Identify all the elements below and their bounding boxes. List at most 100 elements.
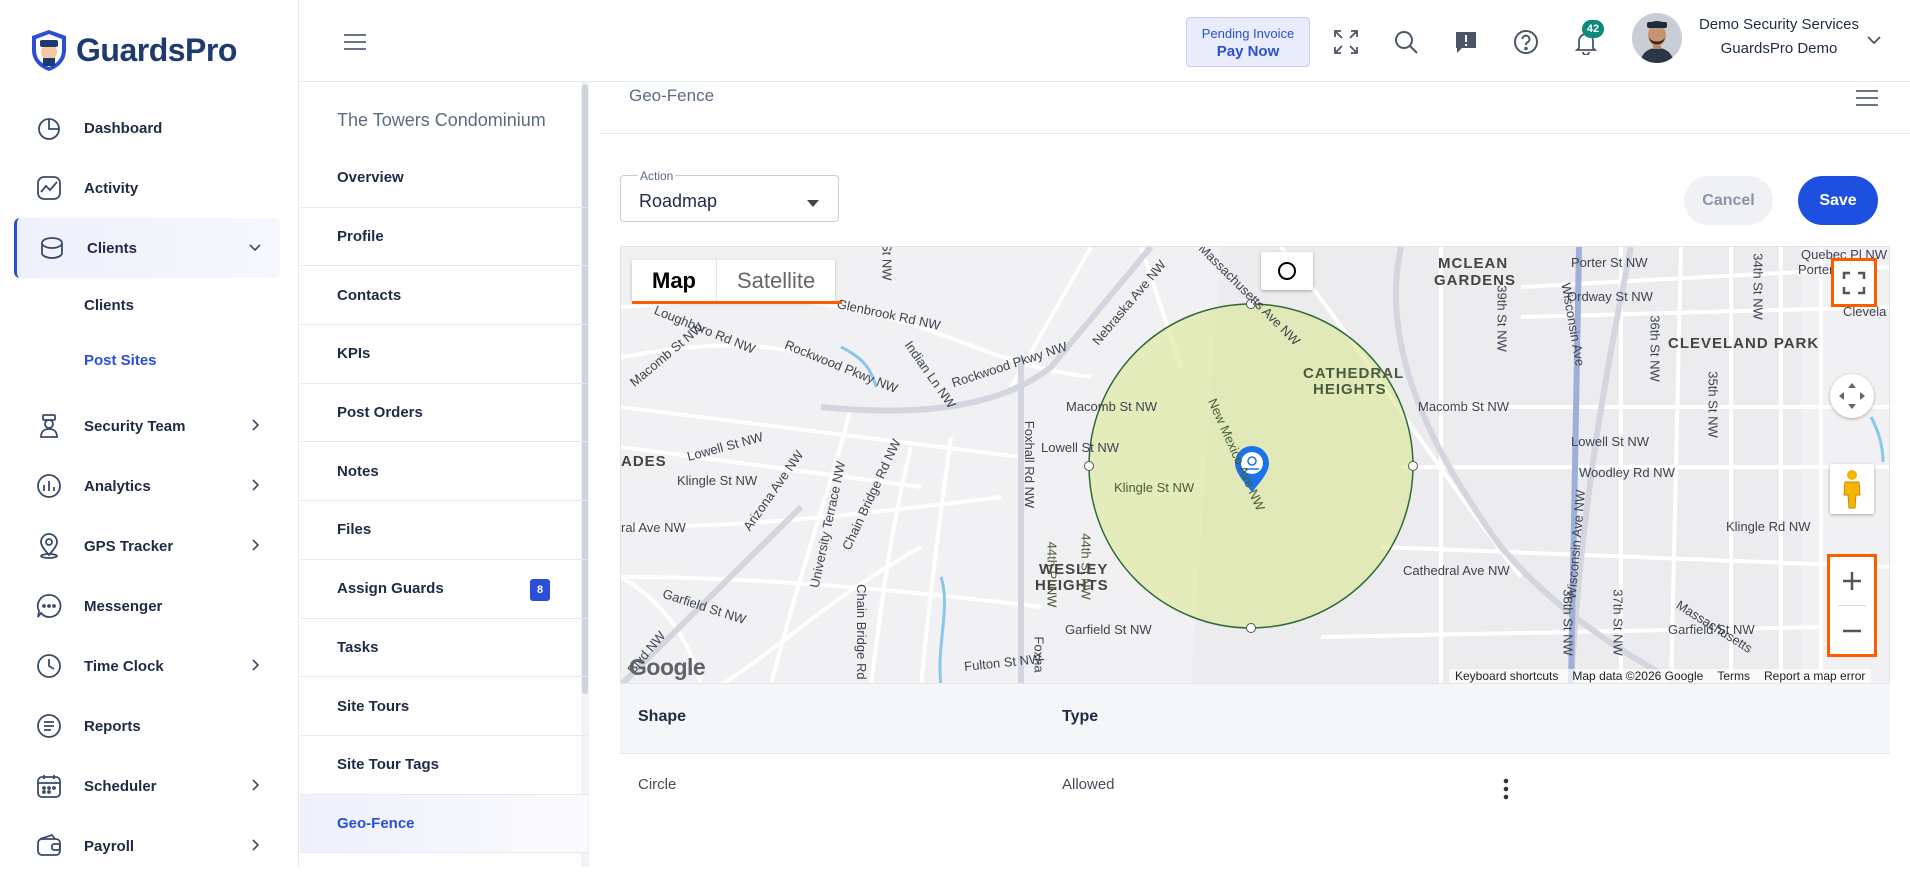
zoom-in-button[interactable] [1830, 557, 1874, 605]
site-menu-profile[interactable]: Profile [300, 208, 588, 267]
sidebar-item-dashboard[interactable]: Dashboard [14, 98, 280, 158]
sidebar-item-label: GPS Tracker [84, 537, 174, 555]
search-icon[interactable] [1392, 28, 1420, 56]
chevron-right-icon [248, 418, 262, 437]
move-arrows-icon [1839, 383, 1865, 409]
map-label: Ordway St NW [1567, 289, 1653, 304]
chevron-right-icon [248, 778, 262, 797]
map-label: Chain Bridge Rd NW [853, 584, 869, 684]
map-label: Foxhall Rd NW [1022, 420, 1038, 509]
sidebar-item-payroll[interactable]: Payroll [14, 816, 280, 876]
payroll-icon [34, 831, 64, 861]
map-label: Macomb St NW [1066, 399, 1158, 414]
map-label: 37th St NW [1610, 589, 1626, 656]
pending-invoice-button[interactable]: Pending Invoice Pay Now [1186, 17, 1310, 67]
calendar-icon [34, 771, 64, 801]
zoom-out-button[interactable] [1830, 607, 1874, 655]
column-header-shape: Shape [638, 708, 687, 725]
map-label: Klingle St NW [1114, 480, 1195, 495]
plus-icon [1843, 572, 1861, 590]
site-menu-notes[interactable]: Notes [300, 442, 588, 502]
row-shape: Circle [638, 776, 677, 793]
main-content: Geo-Fence Action Roadmap Cancel Save MCL… [600, 82, 1910, 867]
site-menu-overview[interactable]: Overview [300, 149, 588, 208]
chevron-right-icon [248, 538, 262, 557]
gps-icon [34, 531, 64, 561]
site-menu-tasks[interactable]: Tasks [300, 619, 588, 678]
action-select-label: Action [638, 169, 676, 183]
site-menu-contacts[interactable]: Contacts [300, 266, 588, 326]
map-type-map[interactable]: Map [632, 260, 716, 302]
chevron-right-icon [248, 658, 262, 677]
map-label: Macomb St NW [1418, 399, 1510, 414]
avatar[interactable] [1632, 13, 1682, 63]
highlight-underline [632, 301, 842, 304]
site-menu-assign-guards[interactable]: Assign Guards 8 [300, 560, 588, 619]
draw-circle-button[interactable] [1261, 252, 1313, 290]
keyboard-shortcuts-link[interactable]: Keyboard shortcuts [1455, 669, 1558, 683]
site-menu-kpis[interactable]: KPIs [300, 325, 588, 384]
pegman-icon [1843, 470, 1861, 509]
clock-icon [34, 651, 64, 681]
column-header-type: Type [1062, 708, 1099, 725]
site-title: The Towers Condominium [337, 110, 546, 130]
dropdown-caret-icon[interactable] [806, 196, 820, 214]
user-name: Demo Security Services [1698, 16, 1860, 33]
sidebar-item-label: Scheduler [84, 777, 157, 795]
brand-logo[interactable]: GuardsPro [28, 28, 237, 72]
circle-icon [1278, 262, 1296, 280]
page-menu-icon[interactable] [1855, 88, 1879, 113]
chevron-right-icon [248, 838, 262, 857]
invoice-label: Pending Invoice [1201, 26, 1295, 41]
map-fullscreen-button[interactable] [1831, 258, 1877, 307]
site-menu-site-tours[interactable]: Site Tours [300, 677, 588, 736]
sidebar-item-reports[interactable]: Reports [14, 696, 280, 756]
map-label: HEIGHTS [1313, 381, 1387, 398]
geofence-map[interactable]: MCLEAN GARDENS CLEVELAND PARK CATHEDRAL … [620, 246, 1890, 684]
map-label: Lowell St NW [1041, 440, 1120, 455]
sidebar-sub-clients[interactable]: Clients [14, 278, 280, 333]
terms-link[interactable]: Terms [1717, 669, 1750, 683]
sidebar-item-time-clock[interactable]: Time Clock [14, 636, 280, 696]
fullscreen-icon [1842, 271, 1866, 294]
site-menu-geo-fence[interactable]: Geo-Fence [300, 794, 588, 854]
more-options-icon[interactable] [1503, 778, 1509, 805]
sidebar-sub-post-sites[interactable]: Post Sites [14, 333, 280, 388]
sidebar-item-label: Security Team [84, 417, 186, 435]
sidebar-item-messenger[interactable]: Messenger [14, 576, 280, 636]
map-label: 36th St NW [1647, 315, 1663, 382]
street-view-button[interactable] [1830, 464, 1874, 514]
site-menu-post-orders[interactable]: Post Orders [300, 384, 588, 443]
cancel-button[interactable]: Cancel [1684, 176, 1773, 225]
sidebar-item-activity[interactable]: Activity [14, 158, 280, 218]
chevron-down-icon [248, 240, 262, 259]
guard-logo-icon [32, 30, 66, 71]
feedback-icon[interactable] [1452, 28, 1480, 56]
notification-count-badge: 42 [1582, 20, 1604, 38]
hamburger-menu-icon[interactable] [343, 32, 367, 57]
fullscreen-icon[interactable] [1332, 28, 1360, 56]
map-label: ral Ave NW [621, 520, 686, 535]
top-header: Pending Invoice Pay Now 42 Demo Security… [299, 0, 1910, 82]
report-map-error-link[interactable]: Report a map error [1764, 669, 1865, 683]
map-label: CLEVELAND PARK [1668, 335, 1820, 352]
map-camera-control[interactable] [1830, 374, 1874, 418]
site-submenu: The Towers Condominium Overview Profile … [300, 82, 589, 867]
sidebar-item-clients[interactable]: Clients [14, 218, 280, 278]
chevron-down-icon[interactable] [1866, 33, 1882, 52]
help-icon[interactable] [1512, 28, 1540, 56]
map-label: CATHEDRAL [1303, 365, 1405, 382]
site-menu-site-tour-tags[interactable]: Site Tour Tags [300, 736, 588, 795]
sidebar-item-security-team[interactable]: Security Team [14, 396, 280, 456]
site-menu-files[interactable]: Files [300, 501, 588, 560]
map-label: ADES [621, 453, 667, 470]
sidebar-item-gps-tracker[interactable]: GPS Tracker [14, 516, 280, 576]
map-type-satellite[interactable]: Satellite [716, 260, 835, 302]
map-label: 44th Pl NW [1044, 541, 1060, 608]
sidebar-item-label: Messenger [84, 597, 163, 615]
divider [1838, 605, 1866, 606]
save-button[interactable]: Save [1798, 176, 1878, 225]
clients-icon [37, 233, 67, 263]
sidebar-item-scheduler[interactable]: Scheduler [14, 756, 280, 816]
sidebar-item-analytics[interactable]: Analytics [14, 456, 280, 516]
